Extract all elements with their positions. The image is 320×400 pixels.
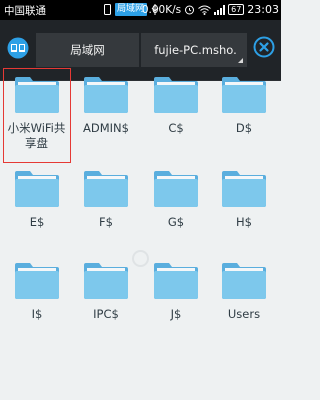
folder-icon (152, 261, 200, 301)
folder-item[interactable]: F$ (72, 162, 140, 257)
folder-icon (220, 75, 268, 115)
net-speed: 0.00K/s (141, 3, 182, 16)
folder-label: F$ (99, 215, 113, 229)
alarm-icon (184, 4, 195, 15)
carrier-name: 中国联通 (4, 5, 46, 17)
folder-icon (13, 261, 61, 301)
close-circle-icon (253, 36, 275, 62)
status-bar: 中国联通 局域网 0.00K/s 67 23:03 (0, 0, 281, 20)
wifi-icon (198, 5, 211, 15)
breadcrumb-label: fujie-PC.msho. (154, 43, 237, 57)
folder-item[interactable]: C$ (142, 68, 210, 163)
folder-icon (152, 169, 200, 209)
folder-label: E$ (29, 215, 45, 229)
folder-icon (220, 261, 268, 301)
folder-label: H$ (236, 215, 252, 229)
folder-item[interactable]: D$ (210, 68, 278, 163)
folder-item[interactable]: ADMIN$ (72, 68, 140, 163)
folder-item[interactable]: J$ (142, 254, 210, 349)
folder-label: C$ (168, 121, 184, 135)
folder-item[interactable]: Users (210, 254, 278, 349)
folder-icon (13, 169, 61, 209)
folder-icon (82, 169, 130, 209)
folder-item[interactable]: 小米WiFi共享盘 (3, 68, 71, 163)
folder-label: IPC$ (93, 307, 119, 321)
folder-label: Users (227, 307, 261, 321)
folder-icon (152, 75, 200, 115)
signal-icon (214, 4, 226, 15)
folder-icon (82, 261, 130, 301)
folder-item[interactable]: I$ (3, 254, 71, 349)
folder-label: 小米WiFi共享盘 (7, 120, 66, 150)
folder-item[interactable]: IPC$ (72, 254, 140, 349)
folder-icon (13, 75, 61, 115)
battery-indicator: 67 (228, 4, 245, 15)
network-button[interactable] (0, 32, 35, 67)
folder-label: D$ (235, 121, 253, 135)
folder-label: ADMIN$ (83, 121, 129, 135)
breadcrumb-host[interactable]: fujie-PC.msho. (141, 33, 247, 67)
folder-item[interactable]: E$ (3, 162, 71, 257)
folder-label: G$ (167, 215, 185, 229)
folder-item[interactable]: G$ (142, 162, 210, 257)
folder-label: J$ (170, 307, 182, 321)
breadcrumb-lan[interactable]: 局域网 (36, 33, 139, 67)
status-indicators: 0.00K/s 67 23:03 (142, 3, 279, 16)
folder-item[interactable]: H$ (210, 162, 278, 257)
close-button[interactable] (250, 35, 278, 63)
network-icon (6, 36, 30, 64)
folder-label: I$ (31, 307, 43, 321)
phone-icon (104, 4, 111, 15)
folder-icon (220, 169, 268, 209)
breadcrumb-label: 局域网 (70, 43, 105, 57)
dropdown-corner-icon (238, 58, 243, 63)
loading-spinner (132, 250, 149, 267)
clock: 23:03 (247, 3, 279, 16)
folder-icon (82, 75, 130, 115)
